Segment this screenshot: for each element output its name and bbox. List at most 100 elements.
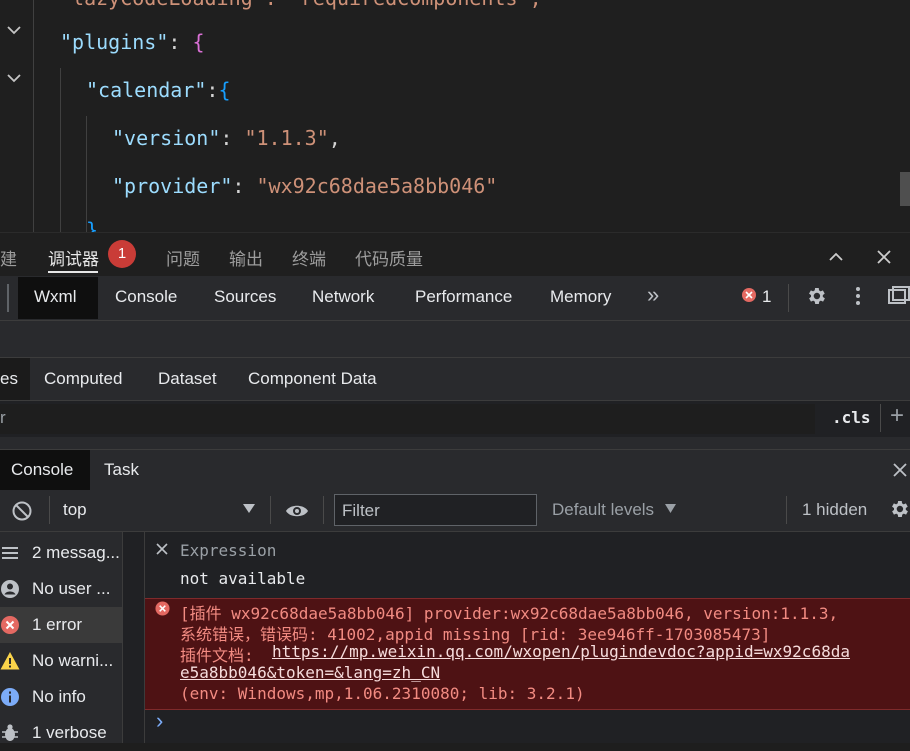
eye-icon[interactable] — [284, 499, 310, 523]
panel-tab-bar: 建 调试器 问题 输出 终端 代码质量 — [0, 232, 910, 277]
more-tabs-icon[interactable]: » — [647, 282, 659, 308]
clear-console-icon[interactable] — [10, 499, 34, 523]
tab-memory[interactable]: Memory — [550, 287, 611, 307]
tab-sources[interactable]: Sources — [214, 287, 276, 307]
console-settings-gear-icon[interactable] — [888, 498, 910, 520]
filter-placeholder: r — [0, 408, 6, 427]
code-line-close: } — [86, 218, 99, 232]
sidebar-item-user-messages[interactable]: No user ... — [0, 571, 122, 607]
error-line: (env: Windows,mp,1.06.2310080; lib: 3.2.… — [180, 684, 585, 703]
cls-button[interactable]: .cls — [832, 408, 871, 427]
dropdown-arrow-icon[interactable] — [243, 504, 255, 514]
divider — [880, 404, 881, 432]
version-key: "version" — [112, 126, 221, 150]
chevron-down-icon[interactable] — [4, 20, 24, 40]
indent-guide — [60, 68, 61, 232]
list-icon — [2, 547, 18, 559]
live-expression-label: Expression — [180, 541, 277, 560]
tab-wxml[interactable]: Wxml — [34, 287, 76, 307]
error-doc-link[interactable]: https://mp.weixin.qq.com/wxopen/pluginde… — [272, 642, 850, 661]
editor-scrollbar[interactable] — [900, 172, 910, 206]
sidebar-item-label: 1 verbose — [32, 723, 107, 742]
code-editor[interactable]: "lazyCodeLoading": "requiredComponents",… — [0, 0, 910, 232]
colon: : — [232, 174, 257, 198]
styles-filter-input[interactable]: r — [0, 404, 815, 434]
divider — [323, 496, 324, 524]
divider — [788, 284, 789, 312]
colon: : — [206, 78, 219, 102]
tab-dataset[interactable]: Dataset — [158, 369, 217, 389]
tab-terminal[interactable]: 终端 — [292, 245, 326, 270]
divider — [7, 284, 9, 312]
error-icon[interactable] — [741, 287, 757, 303]
brace: { — [218, 78, 231, 102]
gear-icon[interactable] — [805, 285, 827, 307]
dock-icon[interactable] — [886, 284, 910, 308]
elements-breadcrumb-bar — [0, 321, 910, 358]
error-icon — [155, 601, 170, 616]
remove-expression-icon[interactable] — [156, 543, 168, 555]
tab-console[interactable]: Console — [115, 287, 177, 307]
tab-debugger[interactable]: 调试器 — [48, 245, 99, 270]
indent-guide — [33, 0, 34, 232]
sidebar-item-label: 1 error — [32, 615, 83, 634]
active-tab-indicator — [48, 271, 98, 273]
hidden-count: 1 hidden — [802, 500, 868, 519]
kebab-menu-icon[interactable] — [849, 284, 867, 308]
error-count[interactable]: 1 — [762, 287, 771, 307]
tab-build[interactable]: 建 — [0, 245, 17, 270]
new-rule-button[interactable]: + — [890, 402, 904, 430]
tab-code-quality[interactable]: 代码质量 — [355, 245, 423, 270]
calendar-key: "calendar" — [86, 78, 207, 102]
chevron-up-icon[interactable] — [826, 247, 846, 267]
sidebar-item-label: 2 messag... — [32, 543, 120, 562]
info-icon — [1, 688, 19, 706]
context-select[interactable]: top — [63, 500, 87, 520]
brace: { — [192, 30, 205, 54]
tab-component-data[interactable]: Component Data — [248, 369, 377, 389]
divider — [786, 496, 787, 524]
code-line-lazy: "lazyCodeLoading": "requiredComponents", — [60, 0, 542, 10]
sidebar-item-errors[interactable]: 1 error — [0, 607, 122, 643]
colon: : — [220, 126, 245, 150]
code-line-calendar: "calendar":{ — [86, 78, 231, 102]
sidebar-item-label: No info — [32, 687, 86, 706]
divider — [270, 496, 271, 524]
filter-placeholder: Filter — [342, 501, 380, 520]
sidebar-item-verbose[interactable]: 1 verbose — [0, 715, 122, 751]
plugins-key: "plugins" — [60, 30, 169, 54]
tab-computed[interactable]: Computed — [44, 369, 122, 389]
drawer-tab-console[interactable]: Console — [11, 460, 73, 480]
sidebar-item-label: No user ... — [32, 579, 111, 598]
tab-network[interactable]: Network — [312, 287, 374, 307]
error-doc-link[interactable]: e5a8bb046&token=&lang=zh_CN — [180, 663, 440, 682]
sidebar-item-warnings[interactable]: No warni... — [0, 643, 122, 679]
close-icon[interactable] — [874, 247, 894, 267]
live-expression-value: not available — [180, 569, 306, 588]
console-filter-input[interactable]: Filter — [334, 494, 537, 526]
tab-problems[interactable]: 问题 — [166, 245, 200, 270]
provider-value: "wx92c68dae5a8bb046" — [256, 174, 498, 198]
splitter[interactable] — [0, 437, 910, 449]
drawer-tab-task[interactable]: Task — [104, 460, 139, 480]
sidebar-item-messages[interactable]: 2 messag... — [0, 535, 122, 571]
colon: : — [168, 30, 193, 54]
console-sidebar: 2 messag... No user ... 1 error No warni… — [0, 532, 123, 743]
tab-output[interactable]: 输出 — [229, 245, 263, 270]
comma: , — [328, 126, 341, 150]
code-line-provider: "provider": "wx92c68dae5a8bb046" — [112, 174, 497, 198]
chevron-down-icon[interactable] — [4, 68, 24, 88]
indent-guide — [86, 116, 87, 232]
code-line-plugins: "plugins": { — [60, 30, 205, 54]
log-levels-dropdown[interactable]: Default levels — [552, 500, 654, 520]
tab-styles[interactable]: es — [0, 369, 18, 389]
user-icon — [1, 580, 19, 598]
close-drawer-icon[interactable] — [890, 460, 910, 480]
dropdown-arrow-icon[interactable] — [665, 504, 676, 514]
tab-performance[interactable]: Performance — [415, 287, 512, 307]
code-line-version: "version": "1.1.3", — [112, 126, 341, 150]
console-prompt-icon[interactable]: › — [156, 708, 163, 734]
sidebar-item-info[interactable]: No info — [0, 679, 122, 715]
divider — [49, 496, 50, 524]
provider-key: "provider" — [112, 174, 233, 198]
